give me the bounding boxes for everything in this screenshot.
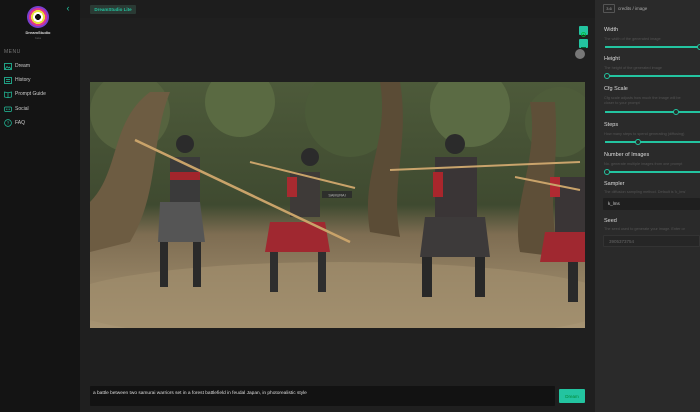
cfg-title: Cfg Scale (604, 86, 628, 92)
topbar (80, 0, 595, 18)
seed-help: The seed used to generate your image. En… (604, 227, 685, 231)
seed-input[interactable]: 3905373754 (603, 235, 700, 247)
app-name-badge[interactable]: DreamStudio Lite (90, 5, 136, 14)
sidebar-item-history[interactable]: History (3, 75, 77, 85)
height-title: Height (604, 56, 620, 62)
sidebar-item-label: Prompt Guide (15, 91, 46, 97)
height-help: The height of the generated image (604, 66, 663, 70)
cfg-help: Cfg scale adjusts how much the image wil… (604, 96, 681, 100)
credits-indicator: 3.6 credits / image (603, 4, 647, 13)
sidebar-item-prompt-guide[interactable]: Prompt Guide (3, 89, 77, 99)
cfg-help-2: closer to your prompt (604, 101, 640, 105)
steps-title: Steps (604, 122, 619, 128)
image-caption: SAMURAI (328, 193, 345, 197)
cfg-slider-knob[interactable] (673, 109, 679, 115)
credits-label: credits / image (618, 6, 648, 11)
sidebar: DreamStudio beta MENU Dream History Prom… (0, 0, 80, 412)
user-avatar[interactable] (575, 49, 585, 59)
width-slider[interactable] (605, 44, 700, 50)
num-images-title: Number of Images (604, 152, 650, 158)
sidebar-item-dream[interactable]: Dream (3, 61, 77, 71)
sidebar-item-label: FAQ (15, 120, 26, 126)
steps-slider[interactable] (605, 139, 700, 145)
collapse-sidebar-chevron-icon[interactable]: ‹ (63, 3, 73, 13)
width-title: Width (604, 27, 619, 33)
help-icon: ? (3, 119, 12, 128)
svg-text:?: ? (6, 121, 9, 126)
dream-button[interactable]: Dream (559, 389, 585, 403)
sampler-help: The diffusion sampling method. Default i… (604, 190, 686, 194)
credits-value: 3.6 (603, 4, 615, 13)
num-images-slider-knob[interactable] (604, 169, 610, 175)
settings-panel: 3.6 credits / image Width The width of t… (595, 0, 700, 412)
book-icon (3, 90, 12, 99)
generated-image[interactable]: SAMURAI (90, 82, 585, 328)
app-window: DreamStudio beta MENU Dream History Prom… (0, 0, 700, 412)
steps-slider-knob[interactable] (635, 139, 641, 145)
cfg-slider[interactable] (605, 109, 700, 115)
minus-icon[interactable] (579, 39, 588, 48)
sampler-value: k_lms (608, 201, 620, 206)
image-icon (3, 62, 12, 71)
brand-logo-icon[interactable] (27, 6, 49, 28)
height-slider-knob[interactable] (604, 73, 610, 79)
sidebar-item-label: Dream (15, 63, 31, 69)
seed-title: Seed (604, 218, 617, 224)
sidebar-item-label: Social (15, 106, 29, 112)
history-icon (3, 76, 12, 85)
social-icon (3, 105, 12, 114)
settings-gear-icon[interactable] (579, 26, 588, 37)
sidebar-item-social[interactable]: Social (3, 104, 77, 114)
menu-label: MENU (4, 49, 21, 55)
height-slider[interactable] (604, 73, 700, 79)
brand-name: DreamStudio (25, 30, 51, 35)
seed-value: 3905373754 (609, 239, 635, 244)
width-help: The width of the generated image (604, 37, 661, 41)
sampler-title: Sampler (604, 181, 625, 187)
sampler-select[interactable]: k_lms (603, 198, 700, 210)
sidebar-item-label: History (15, 77, 31, 83)
sidebar-item-faq[interactable]: ? FAQ (3, 118, 77, 128)
num-images-help: No. generate multiple images from one pr… (604, 162, 683, 166)
prompt-input[interactable]: a battle between two samurai warriors se… (90, 386, 555, 406)
brand-sub: beta (35, 36, 41, 40)
prompt-text: a battle between two samurai warriors se… (93, 391, 307, 396)
steps-help: How many steps to spend generating (diff… (604, 132, 685, 136)
samurai-battle-image: SAMURAI (90, 82, 585, 328)
num-images-slider[interactable] (604, 169, 700, 175)
